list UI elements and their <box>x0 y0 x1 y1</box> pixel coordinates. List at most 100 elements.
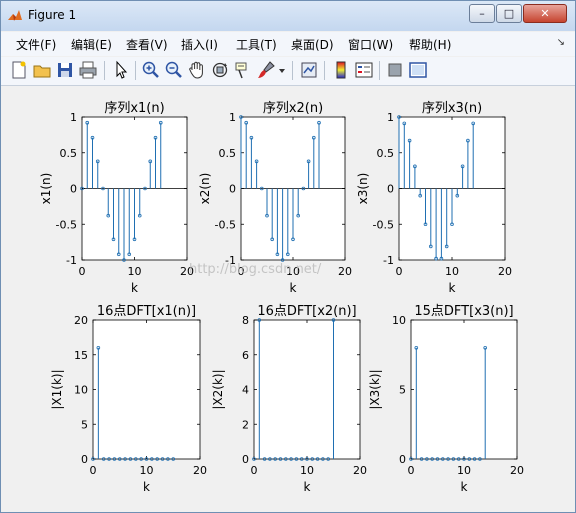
y-tick-label: 0 <box>242 453 249 466</box>
y-tick-label: 20 <box>74 314 88 327</box>
toolbar <box>1 57 575 86</box>
toolbar-separator <box>292 61 293 80</box>
axes-box <box>92 319 201 460</box>
save-icon[interactable] <box>55 60 75 80</box>
link-plot-icon[interactable] <box>299 60 319 80</box>
minimize-icon: – <box>479 7 485 20</box>
maximize-icon: □ <box>503 7 515 20</box>
y-tick-label: -0.5 <box>373 218 394 231</box>
x-tick-label: 20 <box>353 464 367 477</box>
y-tick-label: 4 <box>242 384 249 397</box>
brush-icon[interactable] <box>256 60 276 80</box>
y-tick-label: 0 <box>70 183 77 196</box>
y-tick-label: 10 <box>392 314 406 327</box>
print-icon[interactable] <box>78 60 98 80</box>
y-tick-label: 0 <box>81 453 88 466</box>
x-tick-label: 0 <box>408 464 415 477</box>
maximize-button[interactable]: □ <box>496 4 522 23</box>
subplot-title: 16点DFT[x2(n)] <box>257 304 356 319</box>
y-tick-label: 0 <box>229 183 236 196</box>
dropdown-arrow-icon[interactable] <box>277 60 287 80</box>
subplot-6[interactable]: 0 5 10 0 10 20 15点DFT[x3(n)] k |X3(k)| <box>368 304 524 494</box>
legend-icon[interactable] <box>354 60 374 80</box>
toolbar-separator <box>135 61 136 80</box>
menu-tools[interactable]: 工具(T) <box>236 36 277 53</box>
menu-help[interactable]: 帮助(H) <box>409 36 451 53</box>
subplot-title: 序列x3(n) <box>422 101 482 116</box>
pan-icon[interactable] <box>187 60 207 80</box>
hide-plot-tools-icon[interactable] <box>385 60 405 80</box>
subplot-title: 15点DFT[x3(n)] <box>414 304 513 319</box>
y-tick-label: 2 <box>242 418 249 431</box>
subplot-title: 序列x2(n) <box>263 101 323 116</box>
x-axis-label: k <box>304 480 311 494</box>
menu-desktop[interactable]: 桌面(D) <box>291 36 334 53</box>
menu-window[interactable]: 窗口(W) <box>348 36 393 53</box>
y-tick-label: 1 <box>387 111 394 124</box>
x-tick-label: 10 <box>445 265 459 278</box>
colorbar-icon[interactable] <box>331 60 351 80</box>
axes-box <box>253 319 361 460</box>
x-axis-label: k <box>131 281 138 295</box>
x-axis-label: k <box>449 281 456 295</box>
y-axis-label: |X1(k)| <box>50 369 64 409</box>
menu-insert[interactable]: 插入(I) <box>181 36 218 53</box>
subplot-1[interactable]: -1-0.500.510 10 20序列x1(n)kx1(n) <box>39 101 194 295</box>
zoom-in-icon[interactable] <box>141 60 161 80</box>
y-tick-label: 5 <box>81 418 88 431</box>
y-axis-label: |X2(k)| <box>211 369 225 409</box>
y-tick-label: -0.5 <box>215 218 236 231</box>
plot-canvas: -1-0.500.510 10 20序列x1(n)kx1(n)-1-0.500.51… <box>39 101 524 494</box>
x-tick-label: 10 <box>300 464 314 477</box>
y-tick-label: 15 <box>74 349 88 362</box>
y-tick-label: 6 <box>242 349 249 362</box>
menu-file[interactable]: 文件(F) <box>16 36 56 53</box>
x-tick-label: 20 <box>193 464 207 477</box>
zoom-out-icon[interactable] <box>164 60 184 80</box>
matlab-logo-icon <box>8 10 22 21</box>
y-tick-label: 5 <box>399 384 406 397</box>
minimize-button[interactable]: – <box>469 4 495 23</box>
y-axis-label: |X3(k)| <box>368 369 382 409</box>
subplot-title: 16点DFT[x1(n)] <box>97 304 196 319</box>
y-tick-label: -1 <box>66 254 77 267</box>
y-axis-label: x3(n) <box>356 173 370 205</box>
menu-view[interactable]: 查看(V) <box>126 36 168 53</box>
subplot-5[interactable]: 0 2 4 6 8 0 10 20 16点DFT[x2(n)] k |X2(k)| <box>211 304 367 494</box>
y-tick-label: -0.5 <box>56 218 77 231</box>
figure-canvas: -1 -0.5 0 0.5 1 0 10 20 序列x1(n) k x1(n) -1 -0.5 0 0.5 1… <box>9 87 569 509</box>
menu-overflow-icon[interactable]: ↘ <box>557 37 565 48</box>
subplot-title: 序列x1(n) <box>104 101 164 116</box>
x-tick-label: 10 <box>128 265 142 278</box>
y-tick-label: 0.5 <box>219 147 237 160</box>
rotate-3d-icon[interactable] <box>210 60 230 80</box>
x-tick-label: 0 <box>90 464 97 477</box>
y-tick-label: 1 <box>70 111 77 124</box>
y-axis-label: x1(n) <box>39 173 53 205</box>
close-icon: ✕ <box>540 7 550 20</box>
new-figure-icon[interactable] <box>9 60 29 80</box>
title-bar[interactable]: Figure 1 – □ ✕ <box>1 1 575 31</box>
y-tick-label: 8 <box>242 314 249 327</box>
watermark-text: http://blog.csdn.net/ <box>189 262 322 277</box>
toolbar-separator <box>379 61 380 80</box>
data-cursor-icon[interactable] <box>233 60 253 80</box>
x-tick-label: 0 <box>79 265 86 278</box>
open-icon[interactable] <box>32 60 52 80</box>
menu-edit[interactable]: 编辑(E) <box>71 36 112 53</box>
y-tick-label: 1 <box>229 111 236 124</box>
figure-window: Figure 1 – □ ✕ 文件(F) 编辑(E) 查看(V) 插入(I) 工… <box>0 0 576 513</box>
close-button[interactable]: ✕ <box>523 4 567 23</box>
pointer-icon[interactable] <box>111 60 131 80</box>
toolbar-separator <box>324 61 325 80</box>
y-tick-label: -1 <box>383 254 394 267</box>
x-tick-label: 20 <box>510 464 524 477</box>
x-tick-label: 20 <box>338 265 352 278</box>
subplot-4[interactable]: 0 5 10 15 20 0 10 20 16点DFT[x1(n)] k |X1(k)| <box>50 304 207 494</box>
x-axis-label: k <box>143 480 150 494</box>
subplot-3[interactable]: -1-0.500.510 10 20序列x3(n)kx3(n) <box>356 101 512 295</box>
show-plot-tools-icon[interactable] <box>408 60 428 80</box>
x-tick-label: 10 <box>457 464 471 477</box>
window-title: Figure 1 <box>28 8 77 22</box>
y-tick-label: 0.5 <box>377 147 395 160</box>
